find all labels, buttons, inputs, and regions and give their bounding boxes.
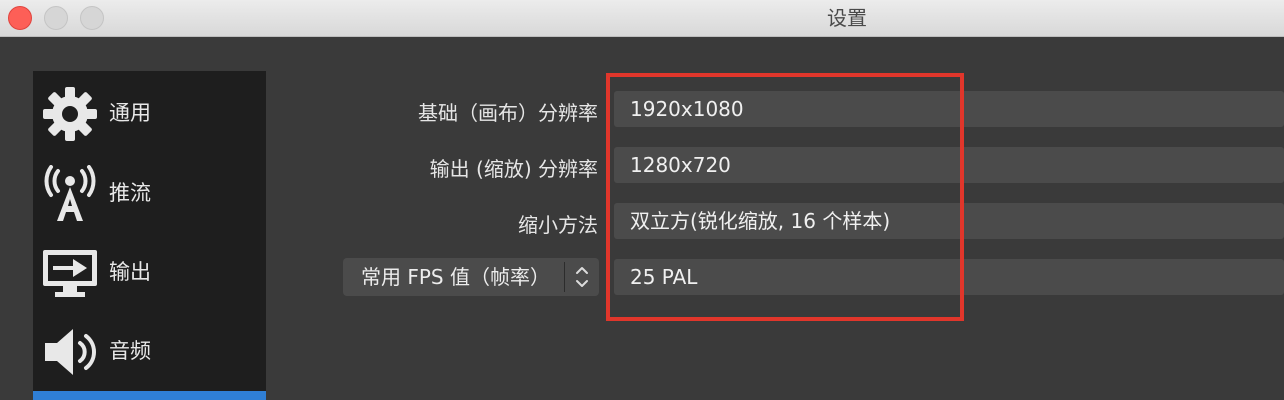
sidebar-item-audio[interactable]: 音频 [33, 313, 266, 389]
sidebar-item-general[interactable]: 通用 [33, 75, 266, 151]
output-resolution-label: 输出 (缩放) 分辨率 [429, 157, 598, 181]
speaker-icon [41, 323, 99, 381]
broadcast-antenna-icon [41, 165, 99, 223]
updown-chevron-icon [569, 262, 595, 292]
sidebar-item-output[interactable]: 输出 [33, 234, 266, 310]
output-resolution-field[interactable]: 1280x720 [614, 147, 1284, 183]
sidebar-item-video-selected[interactable] [33, 391, 266, 400]
sidebar-item-label: 通用 [109, 101, 151, 125]
window-title: 设置 [827, 6, 867, 30]
fps-value-field[interactable]: 25 PAL [614, 259, 1284, 295]
sidebar-item-label: 推流 [109, 181, 151, 205]
settings-window: 设置 通用 推流 输出 音频 基础（画布）分辨率 1920x1080 输出 (缩… [0, 0, 1284, 400]
downscale-filter-field[interactable]: 双立方(锐化缩放, 16 个样本) [614, 203, 1284, 239]
sidebar-item-label: 音频 [109, 339, 151, 363]
fps-type-select[interactable]: 常用 FPS 值（帧率） [343, 258, 599, 296]
monitor-output-icon [41, 244, 99, 302]
settings-sidebar: 通用 推流 输出 音频 [33, 71, 266, 400]
title-bar: 设置 [0, 0, 1284, 37]
select-divider [564, 262, 565, 292]
sidebar-item-stream[interactable]: 推流 [33, 155, 266, 231]
fps-type-selected-label: 常用 FPS 值（帧率） [361, 265, 550, 289]
gear-icon [41, 85, 99, 143]
sidebar-item-label: 输出 [109, 260, 151, 284]
base-resolution-label: 基础（画布）分辨率 [418, 101, 598, 125]
downscale-filter-label: 缩小方法 [518, 213, 598, 237]
base-resolution-field[interactable]: 1920x1080 [614, 91, 1284, 127]
